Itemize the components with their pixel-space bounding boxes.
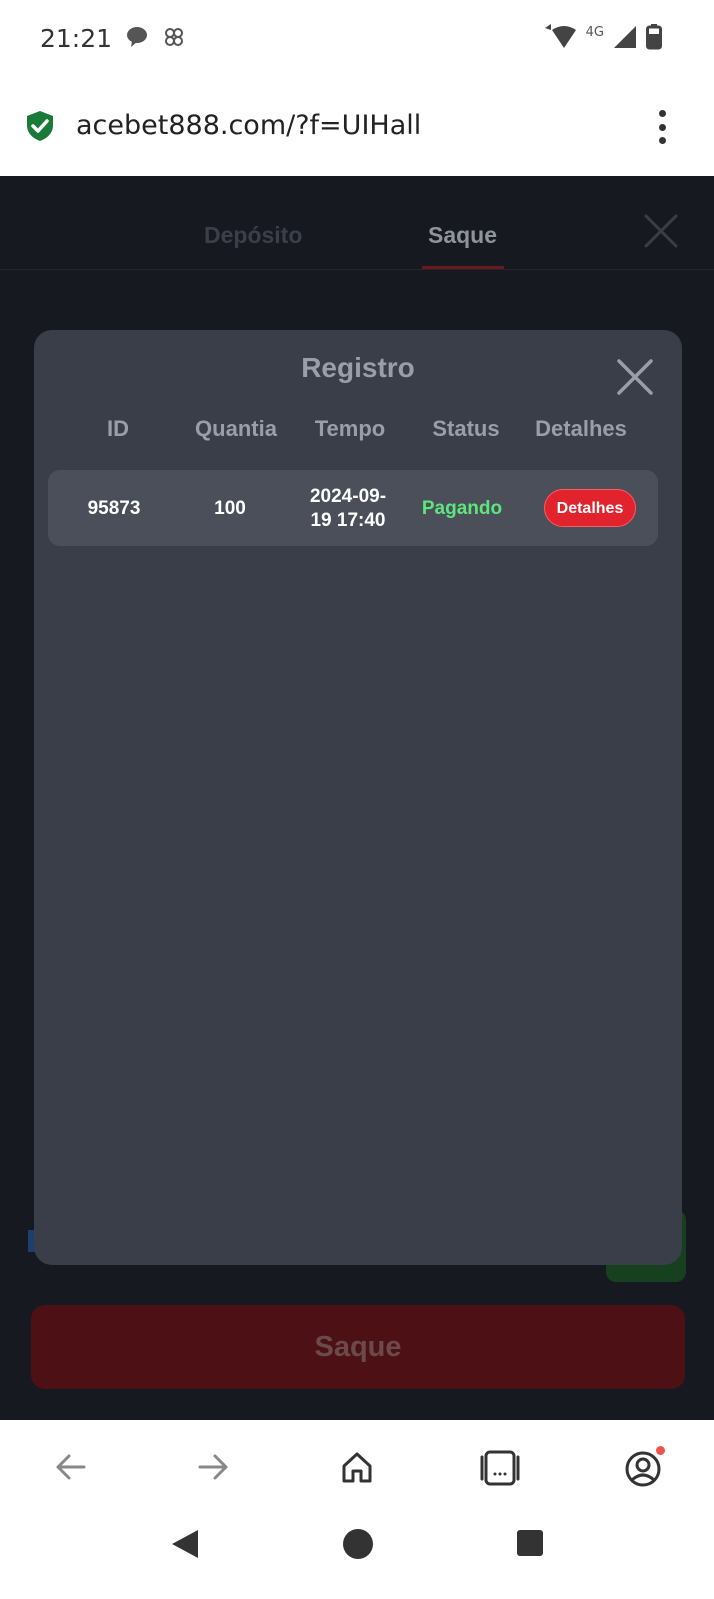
status-bar: 21:21 4G xyxy=(0,0,714,80)
home-icon[interactable] xyxy=(340,1450,374,1484)
page-close-icon[interactable] xyxy=(644,214,678,248)
tabs-icon[interactable] xyxy=(478,1450,522,1486)
secure-shield-icon[interactable] xyxy=(26,110,54,142)
tab-deposito[interactable]: Depósito xyxy=(204,222,302,249)
modal-title: Registro xyxy=(301,352,415,383)
url-text[interactable]: acebet888.com/?f=UIHall xyxy=(76,110,421,141)
nav-back-icon[interactable] xyxy=(170,1528,200,1560)
column-header-status: Status xyxy=(432,416,500,441)
wifi-icon xyxy=(544,24,576,48)
back-arrow-icon[interactable] xyxy=(54,1450,88,1484)
table-row: 95873 100 2024-09- 19 17:40 Pagando Deta… xyxy=(48,470,658,546)
forward-arrow-icon[interactable] xyxy=(196,1450,230,1484)
browser-menu-icon[interactable] xyxy=(656,110,668,144)
notification-dot xyxy=(656,1446,665,1455)
browser-bottom-bar xyxy=(0,1420,714,1516)
android-nav-bar xyxy=(0,1516,714,1599)
column-header-quantia: Quantia xyxy=(195,416,277,441)
column-header-tempo: Tempo xyxy=(314,416,386,441)
cell-tempo-date: 2024-09- xyxy=(309,486,387,507)
battery-icon xyxy=(646,24,662,50)
nav-home-icon[interactable] xyxy=(342,1528,374,1560)
status-time: 21:21 xyxy=(40,24,113,53)
cell-status: Pagando xyxy=(421,498,503,519)
signal-icon xyxy=(614,26,636,48)
registro-modal: Registro ID Quantia Tempo Status Detalhe… xyxy=(34,330,682,1265)
nav-recents-icon[interactable] xyxy=(516,1529,544,1557)
saque-button[interactable]: Saque xyxy=(31,1305,685,1389)
tab-saque[interactable]: Saque xyxy=(428,222,497,249)
browser-url-bar[interactable]: acebet888.com/?f=UIHall xyxy=(0,80,714,176)
chat-bubble-icon xyxy=(127,27,147,47)
cell-quantia: 100 xyxy=(214,498,246,519)
app-icon xyxy=(165,28,183,46)
column-header-id: ID xyxy=(107,416,129,441)
notification-icons xyxy=(126,26,184,48)
system-icons: 4G xyxy=(542,24,662,50)
network-type: 4G xyxy=(585,24,604,40)
detalhes-button[interactable]: Detalhes xyxy=(544,489,636,527)
column-header-detalhes: Detalhes xyxy=(535,416,627,441)
close-icon[interactable] xyxy=(616,358,654,396)
header-divider xyxy=(0,269,714,270)
screen: 21:21 4G acebet888.com/?f=UIHall Depósit… xyxy=(0,0,714,1599)
account-icon[interactable] xyxy=(624,1450,662,1488)
cell-id: 95873 xyxy=(87,498,141,519)
cell-tempo-time: 19 17:40 xyxy=(310,510,386,531)
